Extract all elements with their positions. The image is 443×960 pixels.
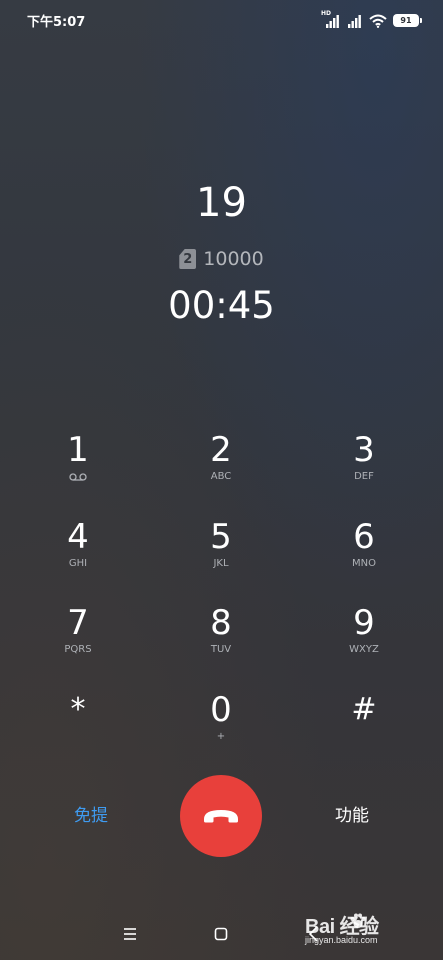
key-3[interactable]: 3 DEF — [309, 430, 419, 506]
signal-icon — [345, 14, 363, 28]
voicemail-icon — [69, 473, 87, 481]
paw-icon — [349, 912, 367, 930]
key-letters: + — [216, 731, 226, 742]
key-7[interactable]: 7 PQRS — [23, 603, 133, 679]
menu-icon[interactable] — [118, 922, 142, 946]
key-letters — [23, 470, 133, 484]
wifi-icon — [369, 14, 387, 28]
key-digit: 5 — [210, 517, 232, 557]
more-functions-button[interactable]: 功能 — [311, 800, 393, 832]
call-timer: 00:45 — [168, 284, 275, 327]
key-9[interactable]: 9 WXYZ — [309, 603, 419, 679]
caller-number: 19 — [196, 180, 247, 226]
hd-signal-icon: HD — [321, 10, 339, 28]
key-8[interactable]: 8 TUV — [166, 603, 276, 679]
key-digit: 1 — [67, 430, 89, 470]
status-icons: HD 91 — [321, 10, 422, 28]
key-digit: # — [351, 692, 377, 727]
baidu-watermark: Bai 经验 jingyan.baidu.com — [301, 910, 431, 950]
key-digit: 0 — [210, 690, 232, 730]
status-bar: 下午5:07 HD 91 — [0, 0, 443, 38]
key-letters: PQRS — [64, 644, 92, 655]
key-star[interactable]: * — [23, 690, 133, 766]
key-letters: DEF — [354, 471, 374, 482]
key-digit: * — [70, 692, 86, 727]
key-digit: 9 — [353, 603, 375, 643]
key-digit: 4 — [67, 517, 89, 557]
key-digit: 6 — [353, 517, 375, 557]
speaker-button[interactable]: 免提 — [50, 800, 132, 832]
key-letters: WXYZ — [349, 644, 379, 655]
key-letters: MNO — [352, 558, 376, 569]
sim-number: 10000 — [203, 248, 264, 270]
key-4[interactable]: 4 GHI — [23, 517, 133, 593]
key-5[interactable]: 5 JKL — [166, 517, 276, 593]
key-hash[interactable]: # — [309, 690, 419, 766]
key-letters: ABC — [210, 471, 232, 482]
hd-label: HD — [321, 10, 332, 17]
key-digit: 2 — [210, 430, 232, 470]
watermark-url: jingyan.baidu.com — [305, 935, 378, 945]
key-digit: 3 — [353, 430, 375, 470]
sim-card-icon: 2 — [179, 249, 197, 269]
home-icon[interactable] — [209, 922, 233, 946]
key-digit: 7 — [67, 603, 89, 643]
key-2[interactable]: 2 ABC — [166, 430, 276, 506]
status-time: 下午5:07 — [27, 15, 86, 30]
sim-line: 2 10000 — [0, 248, 443, 270]
key-letters: JKL — [213, 558, 229, 569]
key-digit: 8 — [210, 603, 232, 643]
end-call-button[interactable] — [180, 775, 262, 857]
hang-up-icon — [204, 810, 238, 823]
key-letters: TUV — [210, 644, 232, 655]
key-1[interactable]: 1 — [23, 430, 133, 506]
key-0[interactable]: 0 + — [166, 690, 276, 766]
key-letters: GHI — [68, 558, 88, 569]
key-6[interactable]: 6 MNO — [309, 517, 419, 593]
battery-icon: 91 — [393, 14, 422, 27]
